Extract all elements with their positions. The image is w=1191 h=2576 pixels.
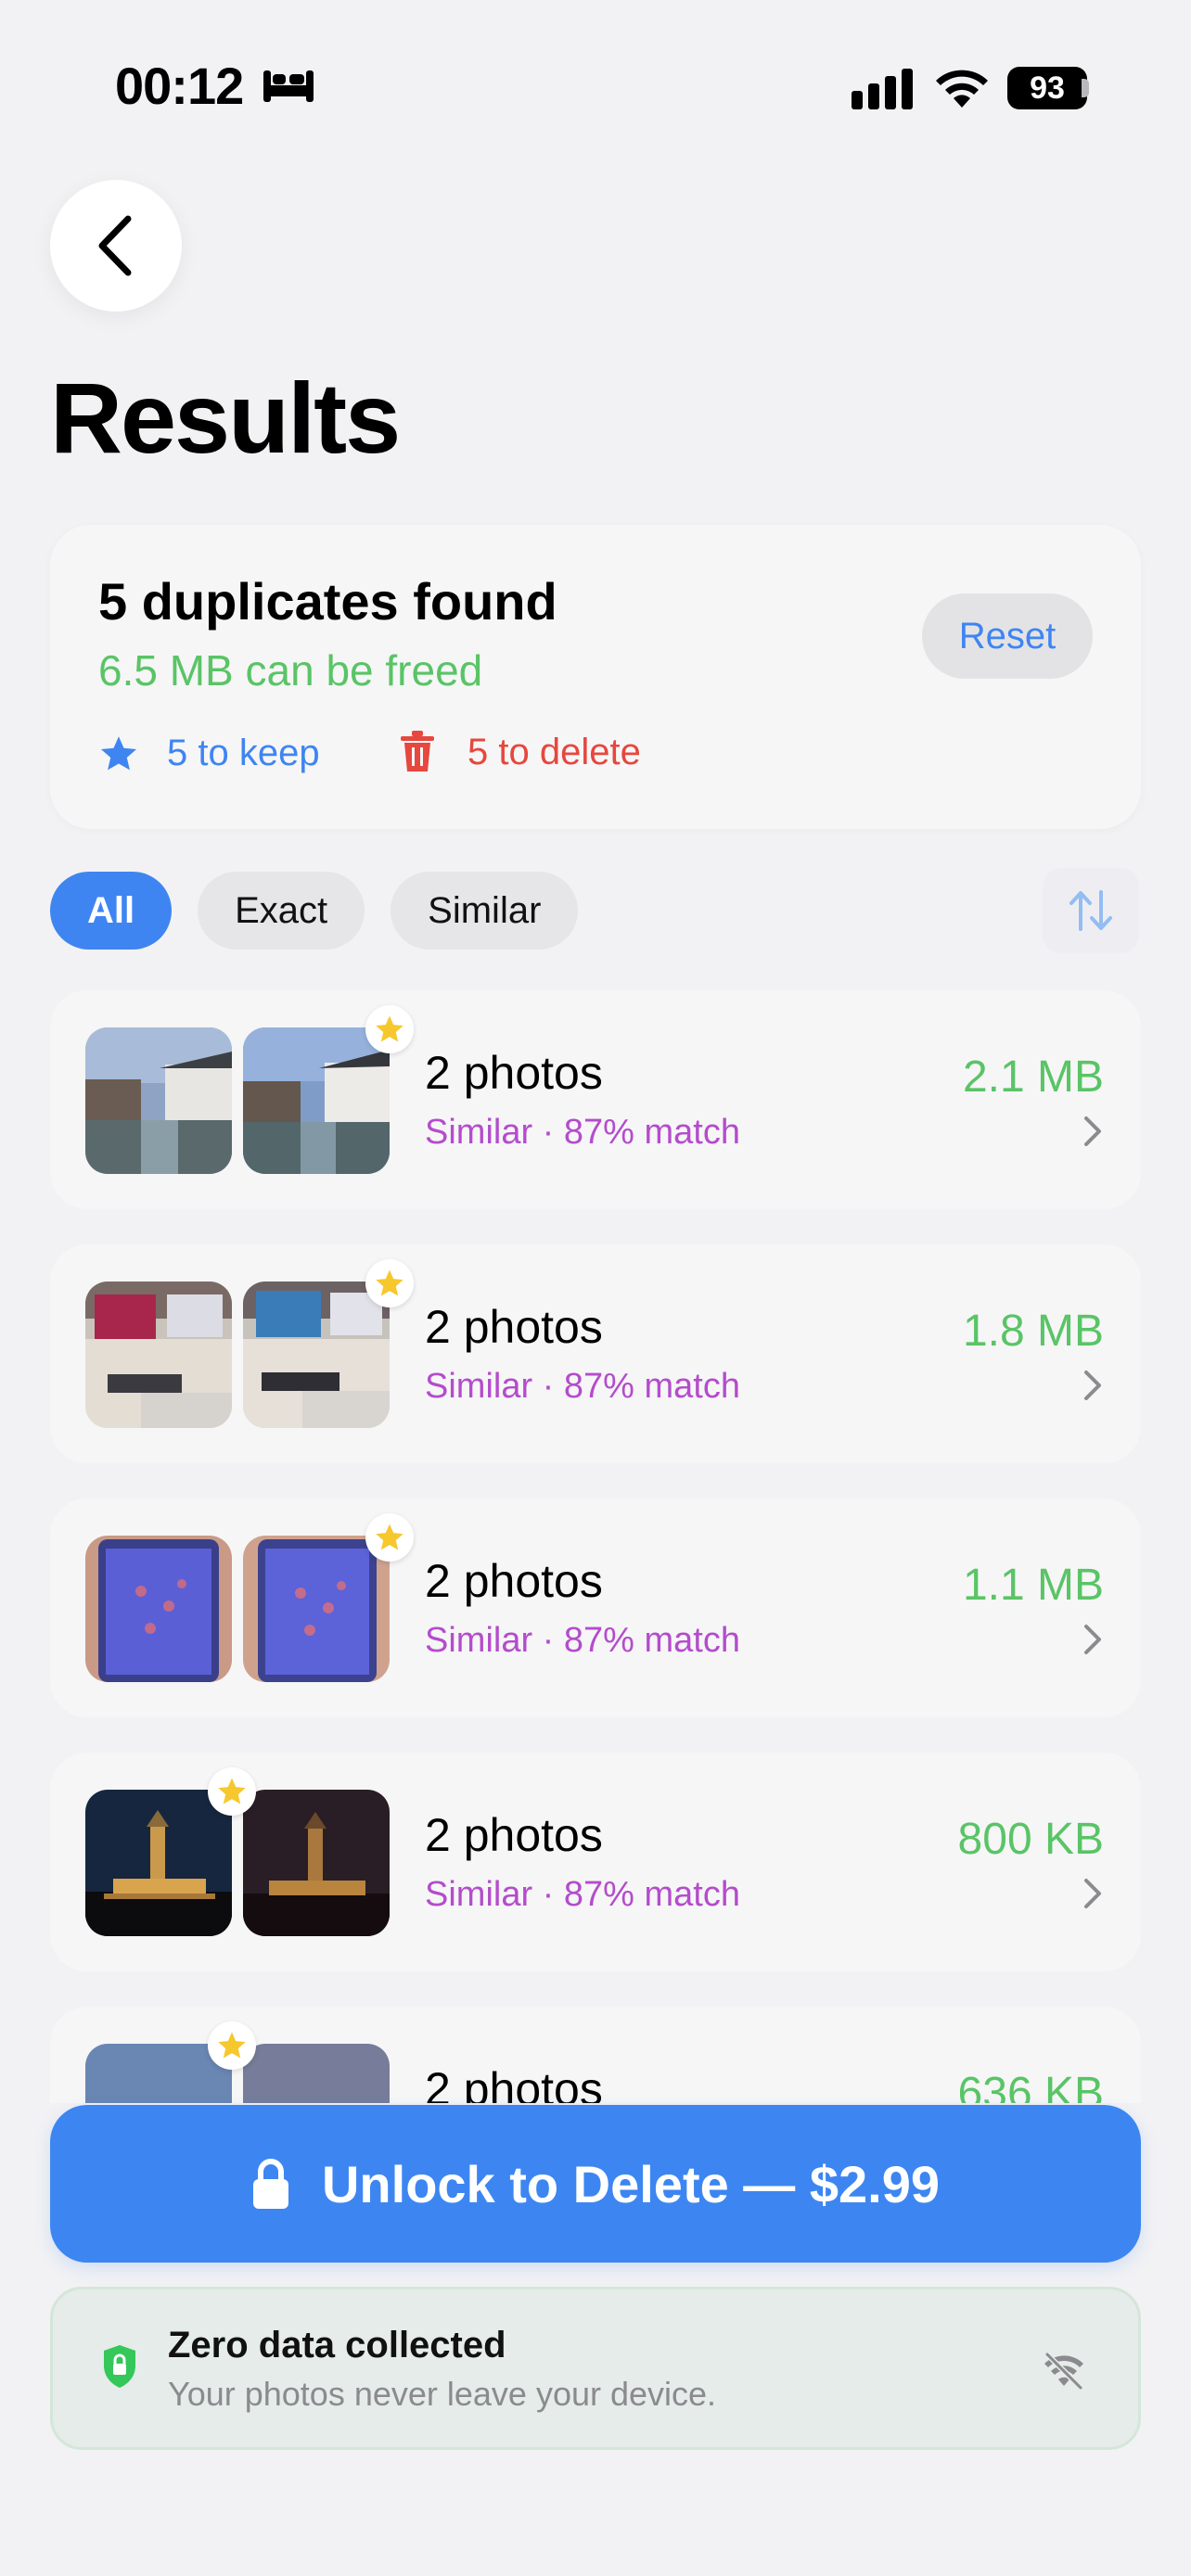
reset-button[interactable]: Reset: [922, 593, 1093, 679]
duplicate-group-card[interactable]: 2 photos Similar · 87% match 1.1 MB: [50, 1498, 1141, 1717]
group-photo-count: 2 photos: [425, 1555, 603, 1607]
photo-thumbnail[interactable]: [243, 1027, 390, 1174]
group-match-info: Similar · 87% match: [425, 1113, 740, 1152]
star-icon: [376, 1269, 403, 1296]
keep-star-badge: [208, 2021, 256, 2070]
star-icon: [218, 2032, 246, 2059]
duplicate-group-card[interactable]: 2 photos Similar · 87% match 1.8 MB: [50, 1244, 1141, 1463]
photo-thumbnail[interactable]: [243, 1282, 390, 1428]
unlock-label: Unlock to Delete — $2.99: [321, 2154, 940, 2213]
privacy-title: Zero data collected: [168, 2325, 506, 2366]
space-freed-text: 6.5 MB can be freed: [98, 646, 483, 695]
battery-icon: 93: [1007, 67, 1087, 109]
chevron-right-icon: [1084, 1116, 1101, 1146]
group-photo-count: 2 photos: [425, 1047, 603, 1099]
photo-thumbnail[interactable]: [85, 1790, 232, 1936]
keep-star-badge: [208, 1767, 256, 1816]
group-match-info: Similar · 87% match: [425, 1875, 740, 1914]
group-size: 800 KB: [957, 1815, 1104, 1864]
status-time: 00:12: [115, 57, 244, 115]
star-icon: [376, 1015, 403, 1042]
page-title: Results: [50, 362, 401, 474]
photo-thumbnail[interactable]: [243, 1790, 390, 1936]
chevron-right-icon: [1084, 1625, 1101, 1654]
duplicate-group-card[interactable]: 2 photos Similar · 87% match 2.1 MB: [50, 990, 1141, 1209]
delete-summary: 5 to delete: [399, 731, 641, 773]
group-size: 2.1 MB: [962, 1052, 1104, 1102]
group-photo-count: 2 photos: [425, 1809, 603, 1861]
photo-thumbnail[interactable]: [85, 1282, 232, 1428]
photo-thumbnail[interactable]: [243, 1536, 390, 1682]
privacy-notice: Zero data collected Your photos never le…: [50, 2287, 1141, 2450]
star-icon: [218, 1778, 246, 1804]
privacy-subtitle: Your photos never leave your device.: [168, 2375, 717, 2413]
photo-thumbnail[interactable]: [85, 1027, 232, 1174]
group-photo-count: 2 photos: [425, 1301, 603, 1353]
filter-chips: All Exact Similar: [50, 872, 579, 950]
group-size: 1.1 MB: [962, 1561, 1104, 1610]
delete-count-label: 5 to delete: [467, 731, 641, 772]
group-match-info: Similar · 87% match: [425, 1367, 740, 1406]
photo-thumbnail[interactable]: [85, 1536, 232, 1682]
chevron-right-icon: [1084, 1371, 1101, 1400]
keep-star-badge: [365, 1513, 414, 1562]
group-size: 1.8 MB: [962, 1307, 1104, 1356]
back-button[interactable]: [50, 180, 182, 312]
wifi-off-icon: [1044, 2352, 1083, 2391]
summary-card: 5 duplicates found 6.5 MB can be freed 5…: [50, 525, 1141, 829]
filter-all[interactable]: All: [50, 872, 173, 950]
filter-exact[interactable]: Exact: [198, 872, 365, 950]
bed-icon: [263, 70, 314, 102]
sort-button[interactable]: [1043, 868, 1139, 953]
wifi-icon: [936, 70, 988, 108]
unlock-to-delete-button[interactable]: Unlock to Delete — $2.99: [50, 2105, 1141, 2263]
shield-lock-icon: [104, 2345, 135, 2388]
star-icon: [100, 735, 137, 770]
trash-icon: [401, 731, 434, 772]
signal-icon: [852, 69, 913, 109]
group-match-info: Similar · 87% match: [425, 1621, 740, 1660]
results-screen: 00:12 93 Results 5 duplicates found 6.5 …: [0, 0, 1191, 2576]
keep-summary: 5 to keep: [98, 733, 320, 774]
status-bar: 00:12 93: [0, 0, 1191, 139]
duplicates-count: 5 duplicates found: [98, 572, 557, 631]
lock-icon: [252, 2159, 288, 2209]
battery-cap: [1082, 79, 1089, 97]
duplicate-group-card[interactable]: 2 photos Similar · 87% match 800 KB: [50, 1753, 1141, 1971]
keep-count-label: 5 to keep: [167, 733, 320, 773]
star-icon: [376, 1524, 403, 1550]
chevron-left-icon: [98, 215, 132, 276]
filter-similar[interactable]: Similar: [391, 872, 579, 950]
sort-arrows-icon: [1069, 890, 1112, 931]
chevron-right-icon: [1084, 1879, 1101, 1908]
keep-star-badge: [365, 1005, 414, 1053]
keep-star-badge: [365, 1259, 414, 1307]
